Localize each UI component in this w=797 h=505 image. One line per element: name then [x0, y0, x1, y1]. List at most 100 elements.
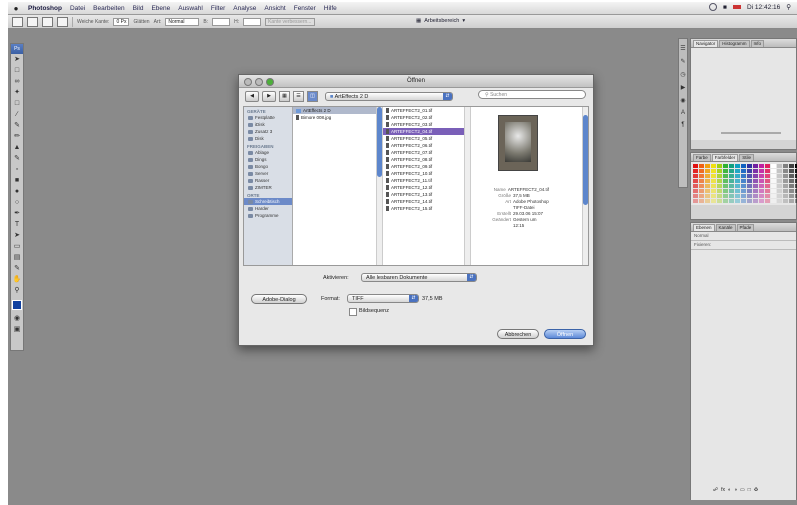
swatch[interactable]	[747, 169, 752, 173]
swatch[interactable]	[735, 164, 740, 168]
swatch[interactable]	[741, 169, 746, 173]
swatch[interactable]	[735, 184, 740, 188]
tab-channels[interactable]: Kanäle	[715, 224, 736, 231]
eraser-tool-icon[interactable]: ▫	[12, 165, 22, 175]
format-select[interactable]: TIFF ⇵	[347, 294, 419, 303]
swatch[interactable]	[693, 184, 698, 188]
swatch[interactable]	[789, 179, 794, 183]
list-item[interactable]: Bimore 008.jpg	[293, 114, 382, 121]
sidebar-item[interactable]: Ablage	[244, 149, 292, 156]
swatch[interactable]	[699, 164, 704, 168]
swatch[interactable]	[711, 164, 716, 168]
swatch[interactable]	[765, 194, 770, 198]
brush-tool-icon[interactable]: ✏	[12, 132, 22, 142]
sidebar-item[interactable]: Disk	[244, 135, 292, 142]
tab-styles[interactable]: Stile	[739, 154, 755, 161]
swatch[interactable]	[783, 194, 788, 198]
file-list-item[interactable]: ARTEFFECT2_10.tif	[383, 170, 470, 177]
group-icon[interactable]: ▭	[740, 487, 745, 493]
adjustment-icon[interactable]: ◑	[734, 487, 737, 493]
swatch[interactable]	[753, 194, 758, 198]
swatch[interactable]	[783, 169, 788, 173]
swatch[interactable]	[783, 174, 788, 178]
file-list-item[interactable]: ARTEFFECT2_04.tif	[383, 128, 470, 135]
swatch[interactable]	[729, 199, 734, 203]
swatch[interactable]	[777, 169, 782, 173]
path-selection-icon[interactable]: ➤	[12, 231, 22, 241]
dodge-tool-icon[interactable]: ○	[12, 198, 22, 208]
swatch[interactable]	[705, 174, 710, 178]
file-list-item[interactable]: ARTEFFECT2_12.tif	[383, 184, 470, 191]
sidebar-item[interactable]: Dings	[244, 156, 292, 163]
marquee-tool-preset-icon[interactable]	[12, 16, 23, 27]
swatch[interactable]	[747, 199, 752, 203]
swatch[interactable]	[699, 179, 704, 183]
tab-histogram[interactable]: Histogramm	[719, 40, 750, 47]
swatch[interactable]	[693, 164, 698, 168]
mask-icon[interactable]: ◐	[728, 487, 731, 493]
file-list-item[interactable]: ARTEFFECT2_08.tif	[383, 156, 470, 163]
swatch[interactable]	[729, 169, 734, 173]
swatch[interactable]	[777, 184, 782, 188]
swatch[interactable]	[771, 169, 776, 173]
swatch[interactable]	[771, 179, 776, 183]
swatch[interactable]	[717, 194, 722, 198]
swatch[interactable]	[789, 184, 794, 188]
swatch[interactable]	[693, 199, 698, 203]
battery-icon[interactable]	[732, 5, 741, 9]
hand-tool-icon[interactable]: ✋	[12, 275, 22, 285]
column-view-button[interactable]: ◫	[307, 90, 318, 102]
swatch[interactable]	[771, 174, 776, 178]
file-list-item[interactable]: ARTEFFECT2_11.tif	[383, 177, 470, 184]
swatch[interactable]	[729, 184, 734, 188]
menu-photoshop[interactable]: Photoshop	[24, 5, 66, 12]
swatch[interactable]	[705, 184, 710, 188]
swatch[interactable]	[717, 174, 722, 178]
refine-edge-button[interactable]: Kante verbessern...	[265, 17, 316, 26]
minimize-window-icon[interactable]	[255, 78, 263, 86]
swatch[interactable]	[723, 199, 728, 203]
swatch[interactable]	[759, 174, 764, 178]
swatch[interactable]	[753, 184, 758, 188]
swatch[interactable]	[705, 179, 710, 183]
swatch[interactable]	[759, 184, 764, 188]
menu-analyse[interactable]: Analyse	[229, 5, 260, 12]
notes-tool-icon[interactable]: ▤	[12, 253, 22, 263]
swatch[interactable]	[777, 179, 782, 183]
swatch[interactable]	[735, 169, 740, 173]
swatch[interactable]	[753, 189, 758, 193]
adobe-dialog-button[interactable]: Adobe-Dialog	[251, 294, 307, 304]
swatch[interactable]	[783, 179, 788, 183]
swatch[interactable]	[765, 169, 770, 173]
new-selection-icon[interactable]	[27, 16, 38, 27]
swatch[interactable]	[723, 174, 728, 178]
sidebar-item[interactable]: Server	[244, 170, 292, 177]
dock-character-icon[interactable]: A	[679, 110, 687, 116]
sidebar-item[interactable]: Harder	[244, 205, 292, 212]
swatch[interactable]	[723, 164, 728, 168]
sidebar-item[interactable]: ZIMTER	[244, 184, 292, 191]
sidebar-item[interactable]: Rasser	[244, 177, 292, 184]
swatch[interactable]	[777, 199, 782, 203]
swatch[interactable]	[735, 189, 740, 193]
swatch[interactable]	[711, 169, 716, 173]
link-layers-icon[interactable]: ☍	[713, 487, 718, 493]
sidebar-item[interactable]: Festplatte	[244, 114, 292, 121]
swatch[interactable]	[735, 174, 740, 178]
swatch[interactable]	[729, 179, 734, 183]
width-input[interactable]	[212, 17, 231, 26]
sync-icon[interactable]	[709, 3, 718, 11]
trash-icon[interactable]: ♻	[754, 487, 758, 493]
swatch[interactable]	[711, 199, 716, 203]
screen-mode-icon[interactable]: ▣	[12, 325, 22, 335]
swatch[interactable]	[777, 189, 782, 193]
height-input[interactable]	[243, 17, 262, 26]
list-item[interactable]: ArtEffects 2 D	[293, 107, 382, 114]
swatch[interactable]	[771, 184, 776, 188]
file-list-item[interactable]: ARTEFFECT2_14.tif	[383, 198, 470, 205]
swatch[interactable]	[759, 164, 764, 168]
swatch[interactable]	[759, 199, 764, 203]
spotlight-icon[interactable]: ⚲	[786, 3, 791, 11]
dock-brushes-icon[interactable]: ✎	[679, 58, 687, 65]
menu-datei[interactable]: Datei	[66, 5, 89, 12]
